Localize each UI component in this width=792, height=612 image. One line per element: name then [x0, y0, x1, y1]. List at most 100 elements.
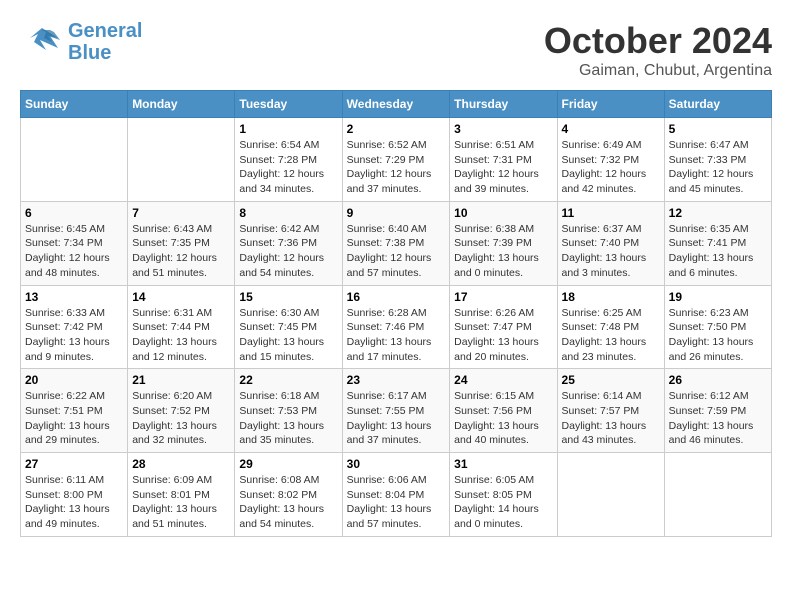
- day-info: Sunrise: 6:08 AM Sunset: 8:02 PM Dayligh…: [239, 473, 337, 532]
- calendar-cell: 25Sunrise: 6:14 AM Sunset: 7:57 PM Dayli…: [557, 369, 664, 453]
- day-info: Sunrise: 6:33 AM Sunset: 7:42 PM Dayligh…: [25, 306, 123, 365]
- logo: General Blue: [20, 20, 142, 64]
- calendar-cell: 13 Sunrise: 6:33 AM Sunset: 7:42 PM Dayli…: [21, 285, 128, 369]
- day-info: Sunrise: 6:52 AM Sunset: 7:29 PM Dayligh…: [347, 138, 446, 197]
- day-number: 24: [454, 373, 552, 387]
- calendar-week-row: 6Sunrise: 6:45 AM Sunset: 7:34 PM Daylig…: [21, 201, 772, 285]
- title-section: October 2024 Gaiman, Chubut, Argentina: [544, 20, 772, 80]
- calendar-cell: 30 Sunrise: 6:06 AM Sunset: 8:04 PM Dayli…: [342, 453, 450, 537]
- day-number: 16: [347, 290, 446, 304]
- day-info: Sunrise: 6:12 AM Sunset: 7:59 PM Dayligh…: [669, 389, 767, 448]
- day-number: 3: [454, 122, 552, 136]
- calendar-cell: 8 Sunrise: 6:42 AM Sunset: 7:36 PM Daylig…: [235, 201, 342, 285]
- day-info: Sunrise: 6:20 AM Sunset: 7:52 PM Dayligh…: [132, 389, 230, 448]
- day-number: 21: [132, 373, 230, 387]
- day-number: 26: [669, 373, 767, 387]
- day-info: Sunrise: 6:15 AM Sunset: 7:56 PM Dayligh…: [454, 389, 552, 448]
- calendar-cell: 5 Sunrise: 6:47 AM Sunset: 7:33 PM Daylig…: [664, 118, 771, 202]
- calendar-table: SundayMondayTuesdayWednesdayThursdayFrid…: [20, 90, 772, 537]
- day-number: 8: [239, 206, 337, 220]
- calendar-day-header: Thursday: [450, 91, 557, 118]
- calendar-cell: 9 Sunrise: 6:40 AM Sunset: 7:38 PM Daylig…: [342, 201, 450, 285]
- calendar-cell: 1Sunrise: 6:54 AM Sunset: 7:28 PM Daylig…: [235, 118, 342, 202]
- calendar-cell: 31Sunrise: 6:05 AM Sunset: 8:05 PM Dayli…: [450, 453, 557, 537]
- day-info: Sunrise: 6:23 AM Sunset: 7:50 PM Dayligh…: [669, 306, 767, 365]
- calendar-week-row: 27 Sunrise: 6:11 AM Sunset: 8:00 PM Dayli…: [21, 453, 772, 537]
- calendar-cell: 23 Sunrise: 6:17 AM Sunset: 7:55 PM Dayli…: [342, 369, 450, 453]
- calendar-cell: 18Sunrise: 6:25 AM Sunset: 7:48 PM Dayli…: [557, 285, 664, 369]
- calendar-cell: 16 Sunrise: 6:28 AM Sunset: 7:46 PM Dayli…: [342, 285, 450, 369]
- day-info: Sunrise: 6:45 AM Sunset: 7:34 PM Dayligh…: [25, 222, 123, 281]
- day-number: 12: [669, 206, 767, 220]
- calendar-cell: 2 Sunrise: 6:52 AM Sunset: 7:29 PM Daylig…: [342, 118, 450, 202]
- calendar-week-row: 13 Sunrise: 6:33 AM Sunset: 7:42 PM Dayli…: [21, 285, 772, 369]
- day-number: 4: [562, 122, 660, 136]
- day-number: 20: [25, 373, 123, 387]
- page-header: General Blue October 2024 Gaiman, Chubut…: [20, 20, 772, 80]
- day-number: 29: [239, 457, 337, 471]
- month-title: October 2024: [544, 20, 772, 62]
- location-subtitle: Gaiman, Chubut, Argentina: [544, 62, 772, 80]
- calendar-cell: 17Sunrise: 6:26 AM Sunset: 7:47 PM Dayli…: [450, 285, 557, 369]
- calendar-cell: 14 Sunrise: 6:31 AM Sunset: 7:44 PM Dayli…: [128, 285, 235, 369]
- calendar-week-row: 20Sunrise: 6:22 AM Sunset: 7:51 PM Dayli…: [21, 369, 772, 453]
- day-info: Sunrise: 6:54 AM Sunset: 7:28 PM Dayligh…: [239, 138, 337, 197]
- day-info: Sunrise: 6:47 AM Sunset: 7:33 PM Dayligh…: [669, 138, 767, 197]
- calendar-day-header: Tuesday: [235, 91, 342, 118]
- calendar-cell: 28Sunrise: 6:09 AM Sunset: 8:01 PM Dayli…: [128, 453, 235, 537]
- day-info: Sunrise: 6:51 AM Sunset: 7:31 PM Dayligh…: [454, 138, 552, 197]
- day-info: Sunrise: 6:28 AM Sunset: 7:46 PM Dayligh…: [347, 306, 446, 365]
- calendar-cell: 26 Sunrise: 6:12 AM Sunset: 7:59 PM Dayli…: [664, 369, 771, 453]
- calendar-cell: 27 Sunrise: 6:11 AM Sunset: 8:00 PM Dayli…: [21, 453, 128, 537]
- day-info: Sunrise: 6:42 AM Sunset: 7:36 PM Dayligh…: [239, 222, 337, 281]
- logo-text-general: General: [68, 20, 142, 42]
- day-number: 7: [132, 206, 230, 220]
- day-number: 2: [347, 122, 446, 136]
- day-number: 17: [454, 290, 552, 304]
- day-info: Sunrise: 6:38 AM Sunset: 7:39 PM Dayligh…: [454, 222, 552, 281]
- day-info: Sunrise: 6:35 AM Sunset: 7:41 PM Dayligh…: [669, 222, 767, 281]
- calendar-day-header: Monday: [128, 91, 235, 118]
- day-number: 13: [25, 290, 123, 304]
- day-number: 10: [454, 206, 552, 220]
- day-number: 22: [239, 373, 337, 387]
- calendar-day-header: Saturday: [664, 91, 771, 118]
- day-info: Sunrise: 6:18 AM Sunset: 7:53 PM Dayligh…: [239, 389, 337, 448]
- calendar-cell: 6Sunrise: 6:45 AM Sunset: 7:34 PM Daylig…: [21, 201, 128, 285]
- day-number: 31: [454, 457, 552, 471]
- day-info: Sunrise: 6:14 AM Sunset: 7:57 PM Dayligh…: [562, 389, 660, 448]
- calendar-cell: 15Sunrise: 6:30 AM Sunset: 7:45 PM Dayli…: [235, 285, 342, 369]
- calendar-cell: 10 Sunrise: 6:38 AM Sunset: 7:39 PM Dayli…: [450, 201, 557, 285]
- day-number: 9: [347, 206, 446, 220]
- logo-icon: [20, 20, 64, 64]
- calendar-cell: 12 Sunrise: 6:35 AM Sunset: 7:41 PM Dayli…: [664, 201, 771, 285]
- day-info: Sunrise: 6:17 AM Sunset: 7:55 PM Dayligh…: [347, 389, 446, 448]
- day-info: Sunrise: 6:30 AM Sunset: 7:45 PM Dayligh…: [239, 306, 337, 365]
- day-info: Sunrise: 6:31 AM Sunset: 7:44 PM Dayligh…: [132, 306, 230, 365]
- day-info: Sunrise: 6:40 AM Sunset: 7:38 PM Dayligh…: [347, 222, 446, 281]
- calendar-cell: 7Sunrise: 6:43 AM Sunset: 7:35 PM Daylig…: [128, 201, 235, 285]
- logo-text-blue: Blue: [68, 42, 142, 64]
- day-number: 23: [347, 373, 446, 387]
- day-number: 5: [669, 122, 767, 136]
- day-number: 27: [25, 457, 123, 471]
- day-number: 11: [562, 206, 660, 220]
- day-number: 28: [132, 457, 230, 471]
- calendar-cell: 4 Sunrise: 6:49 AM Sunset: 7:32 PM Daylig…: [557, 118, 664, 202]
- calendar-cell: 20Sunrise: 6:22 AM Sunset: 7:51 PM Dayli…: [21, 369, 128, 453]
- calendar-cell: 19Sunrise: 6:23 AM Sunset: 7:50 PM Dayli…: [664, 285, 771, 369]
- day-number: 14: [132, 290, 230, 304]
- calendar-cell: 24 Sunrise: 6:15 AM Sunset: 7:56 PM Dayli…: [450, 369, 557, 453]
- day-info: Sunrise: 6:06 AM Sunset: 8:04 PM Dayligh…: [347, 473, 446, 532]
- day-info: Sunrise: 6:49 AM Sunset: 7:32 PM Dayligh…: [562, 138, 660, 197]
- calendar-day-header: Wednesday: [342, 91, 450, 118]
- day-number: 18: [562, 290, 660, 304]
- calendar-cell: 3 Sunrise: 6:51 AM Sunset: 7:31 PM Daylig…: [450, 118, 557, 202]
- calendar-cell: [128, 118, 235, 202]
- calendar-cell: [557, 453, 664, 537]
- calendar-header-row: SundayMondayTuesdayWednesdayThursdayFrid…: [21, 91, 772, 118]
- day-number: 30: [347, 457, 446, 471]
- calendar-cell: 21 Sunrise: 6:20 AM Sunset: 7:52 PM Dayli…: [128, 369, 235, 453]
- day-info: Sunrise: 6:11 AM Sunset: 8:00 PM Dayligh…: [25, 473, 123, 532]
- calendar-cell: 22 Sunrise: 6:18 AM Sunset: 7:53 PM Dayli…: [235, 369, 342, 453]
